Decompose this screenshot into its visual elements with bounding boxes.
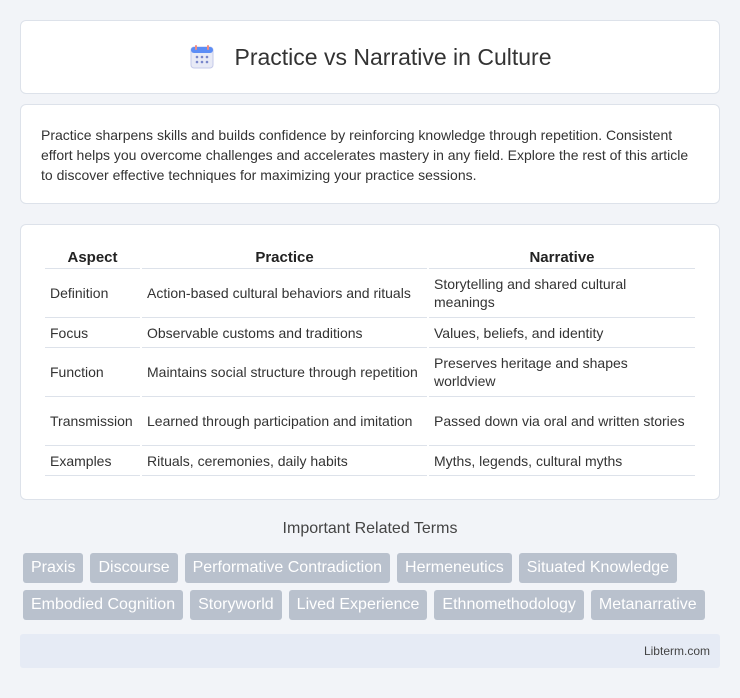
cell-practice: Learned through participation and imitat… bbox=[142, 397, 427, 446]
footer: Libterm.com bbox=[20, 634, 720, 668]
cell-aspect: Examples bbox=[45, 446, 140, 476]
tag-metanarrative[interactable]: Metanarrative bbox=[590, 590, 705, 620]
footer-link[interactable]: Libterm.com bbox=[644, 644, 710, 658]
table-row: Definition Action-based cultural behavio… bbox=[45, 269, 695, 318]
table-row: Focus Observable customs and traditions … bbox=[45, 318, 695, 348]
tag-situated-knowledge[interactable]: Situated Knowledge bbox=[518, 553, 678, 583]
cell-aspect: Definition bbox=[45, 269, 140, 318]
intro-card: Practice sharpens skills and builds conf… bbox=[20, 104, 720, 204]
cell-narrative: Storytelling and shared cultural meaning… bbox=[429, 269, 695, 318]
tag-row: Embodied Cognition Storyworld Lived Expe… bbox=[23, 590, 723, 620]
tag-hermeneutics[interactable]: Hermeneutics bbox=[397, 553, 512, 583]
header-aspect: Aspect bbox=[45, 245, 140, 269]
table-header-row: Aspect Practice Narrative bbox=[45, 245, 695, 269]
tag-row: Praxis Discourse Performative Contradict… bbox=[23, 553, 723, 583]
page-title: Practice vs Narrative in Culture bbox=[234, 43, 552, 70]
header-practice: Practice bbox=[142, 245, 427, 269]
comparison-table: Aspect Practice Narrative Definition Act… bbox=[43, 245, 697, 476]
header-narrative: Narrative bbox=[429, 245, 695, 269]
cell-narrative: Values, beliefs, and identity bbox=[429, 318, 695, 348]
tag-ethnomethodology[interactable]: Ethnomethodology bbox=[434, 590, 584, 620]
table-row: Transmission Learned through participati… bbox=[45, 397, 695, 446]
tag-performative-contradiction[interactable]: Performative Contradiction bbox=[184, 553, 391, 583]
cell-practice: Action-based cultural behaviors and ritu… bbox=[142, 269, 427, 318]
tag-lived-experience[interactable]: Lived Experience bbox=[288, 590, 428, 620]
cell-narrative: Preserves heritage and shapes worldview bbox=[429, 348, 695, 397]
tag-discourse[interactable]: Discourse bbox=[90, 553, 178, 583]
cell-practice: Observable customs and traditions bbox=[142, 318, 427, 348]
cell-practice: Maintains social structure through repet… bbox=[142, 348, 427, 397]
comparison-card: Aspect Practice Narrative Definition Act… bbox=[20, 224, 720, 500]
tag-embodied-cognition[interactable]: Embodied Cognition bbox=[23, 590, 184, 620]
cell-aspect: Transmission bbox=[45, 397, 140, 446]
intro-text: Practice sharpens skills and builds conf… bbox=[41, 127, 689, 183]
cell-narrative: Myths, legends, cultural myths bbox=[429, 446, 695, 476]
cell-aspect: Function bbox=[45, 348, 140, 397]
tag-praxis[interactable]: Praxis bbox=[23, 553, 84, 583]
cell-practice: Rituals, ceremonies, daily habits bbox=[142, 446, 427, 476]
related-terms: Praxis Discourse Performative Contradict… bbox=[23, 553, 723, 627]
related-terms-title: Important Related Terms bbox=[282, 520, 458, 537]
header-card: Practice vs Narrative in Culture bbox=[20, 20, 720, 94]
cell-narrative: Passed down via oral and written stories bbox=[429, 397, 695, 446]
calendar-icon bbox=[190, 45, 213, 69]
table-row: Examples Rituals, ceremonies, daily habi… bbox=[45, 446, 695, 476]
tag-storyworld[interactable]: Storyworld bbox=[190, 590, 282, 620]
table-row: Function Maintains social structure thro… bbox=[45, 348, 695, 397]
cell-aspect: Focus bbox=[45, 318, 140, 348]
